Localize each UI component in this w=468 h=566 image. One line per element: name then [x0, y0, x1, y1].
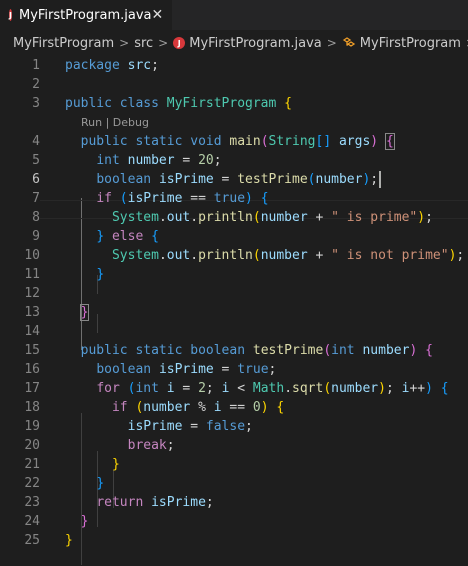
line-number: 24	[24, 514, 40, 529]
java-file-icon: J	[9, 9, 12, 21]
code-text: boolean isPrime = true;	[96, 362, 277, 377]
line-number: 20	[24, 438, 40, 453]
breadcrumb-folder[interactable]: src	[134, 36, 153, 51]
code-line[interactable]: 1 package src;	[0, 56, 468, 75]
line-number: 9	[32, 229, 40, 244]
close-icon[interactable]: ✕	[151, 7, 163, 23]
code-text: }	[79, 304, 90, 321]
line-number: 1	[32, 58, 40, 73]
breadcrumb-file[interactable]: MyFirstProgram.java	[189, 36, 322, 51]
line-number: 10	[24, 248, 40, 263]
code-editor[interactable]: 1 package src; 2 3 public class MyFirstPro…	[0, 56, 468, 566]
code-line[interactable]: 23 return isPrime;	[0, 493, 468, 512]
code-line[interactable]: 13 }	[0, 303, 468, 322]
line-number: 4	[32, 134, 40, 149]
code-line[interactable]: 2	[0, 75, 468, 94]
code-text: }	[80, 514, 89, 529]
line-number: 11	[24, 267, 40, 282]
code-text: int number = 20;	[96, 153, 222, 168]
code-line[interactable]: 12	[0, 284, 468, 303]
breadcrumb-class[interactable]: MyFirstProgram	[360, 36, 461, 51]
code-line[interactable]: 21 }	[0, 455, 468, 474]
code-line[interactable]: 17 for (int i = 2; i < Math.sqrt(number)…	[0, 379, 468, 398]
line-number: 23	[24, 495, 40, 510]
code-line[interactable]: 20 break;	[0, 436, 468, 455]
code-line[interactable]: 22 }	[0, 474, 468, 493]
code-text: }	[111, 457, 120, 472]
line-number: 2	[32, 77, 40, 92]
code-line[interactable]: 14	[0, 322, 468, 341]
code-text: }	[96, 267, 105, 282]
line-number: 22	[24, 476, 40, 491]
code-line[interactable]: 3 public class MyFirstProgram {	[0, 94, 468, 113]
text-caret	[379, 171, 382, 188]
line-number: 8	[32, 210, 40, 225]
tab-bar: J MyFirstProgram.java ✕	[0, 0, 468, 30]
code-text: public class MyFirstProgram {	[65, 96, 292, 111]
line-number: 18	[24, 400, 40, 415]
breadcrumb: MyFirstProgram > src > J MyFirstProgram.…	[0, 30, 468, 56]
line-number: 14	[24, 324, 40, 339]
line-number: 19	[24, 419, 40, 434]
code-text: System.out.println(number + " is not pri…	[111, 248, 465, 263]
code-text: }	[65, 533, 73, 548]
code-line[interactable]: 10 System.out.println(number + " is not …	[0, 246, 468, 265]
line-number: 15	[24, 343, 40, 358]
line-number: 3	[32, 96, 40, 111]
code-text: public static boolean testPrime(int numb…	[80, 343, 433, 358]
breadcrumb-project[interactable]: MyFirstProgram	[13, 36, 114, 51]
codelens-run-debug[interactable]: Run | Debug	[0, 113, 468, 132]
java-file-icon: J	[173, 37, 186, 49]
line-number: 6	[32, 172, 40, 187]
line-number: 21	[24, 457, 40, 472]
line-number: 5	[32, 153, 40, 168]
code-text: System.out.println(number + " is prime")…	[111, 210, 433, 225]
code-line[interactable]: 11 }	[0, 265, 468, 284]
chevron-right-icon: >	[119, 36, 130, 50]
code-line[interactable]: 18 if (number % i == 0) {	[0, 398, 468, 417]
line-number: 12	[24, 286, 40, 301]
code-line[interactable]: 5 int number = 20;	[0, 151, 468, 170]
code-line[interactable]: 24 }	[0, 512, 468, 531]
code-line[interactable]: 9 } else {	[0, 227, 468, 246]
code-text: boolean isPrime = testPrime(number);	[65, 170, 382, 189]
class-icon	[342, 36, 356, 50]
code-line[interactable]: 8 System.out.println(number + " is prime…	[0, 208, 468, 227]
code-text: break;	[127, 438, 175, 453]
code-text: public static void main(String[] args) {	[80, 133, 395, 150]
chevron-right-icon: >	[158, 36, 169, 50]
code-text: if (isPrime == true) {	[96, 191, 269, 206]
code-line[interactable]: 4 public static void main(String[] args)…	[0, 132, 468, 151]
code-line[interactable]: 15 public static boolean testPrime(int n…	[0, 341, 468, 360]
tab-title: MyFirstProgram.java	[18, 7, 152, 23]
code-line[interactable]: 19 isPrime = false;	[0, 417, 468, 436]
tab-myfirstprogram-java[interactable]: J MyFirstProgram.java ✕	[0, 0, 172, 30]
code-text: }	[96, 476, 105, 491]
code-text: isPrime = false;	[127, 419, 253, 434]
chevron-right-icon: >	[326, 36, 337, 50]
line-number: 17	[24, 381, 40, 396]
line-number: 25	[24, 533, 40, 548]
code-line[interactable]: 6 boolean isPrime = testPrime(number);	[0, 170, 468, 189]
code-text: return isPrime;	[96, 495, 214, 510]
code-text: } else {	[96, 229, 159, 244]
code-text: if (number % i == 0) {	[111, 400, 285, 415]
code-line[interactable]: 7 if (isPrime == true) {	[0, 189, 468, 208]
code-text: package src;	[65, 58, 159, 73]
code-line[interactable]: 25}	[0, 531, 468, 550]
line-number: 13	[24, 305, 40, 320]
line-number: 7	[32, 191, 40, 206]
code-text: for (int i = 2; i < Math.sqrt(number); i…	[96, 381, 449, 396]
code-line[interactable]: 16 boolean isPrime = true;	[0, 360, 468, 379]
line-number: 16	[24, 362, 40, 377]
